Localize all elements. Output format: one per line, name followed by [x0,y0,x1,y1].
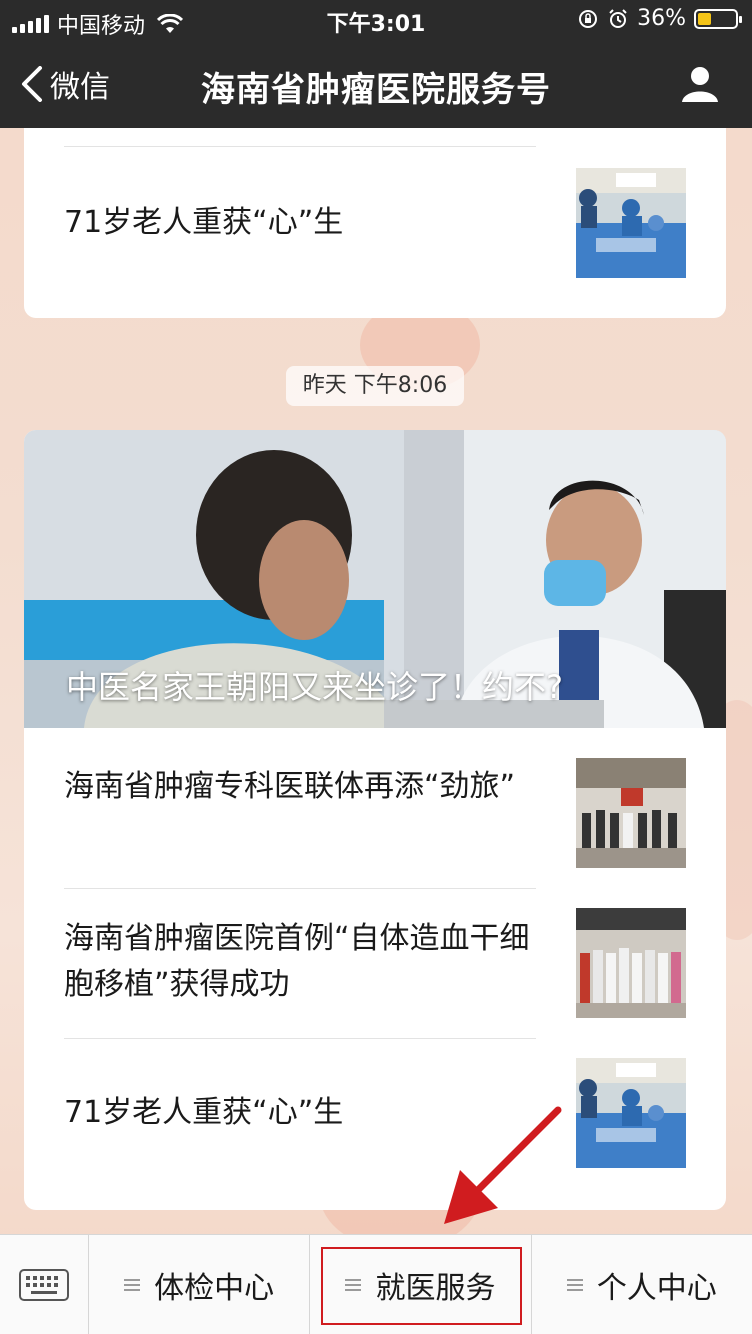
highlight-box [321,1247,522,1325]
hero-title: 中医名家王朝阳又来坐诊了！约不? [66,668,563,706]
page-title: 海南省肿瘤医院服务号 [201,70,551,110]
article-item[interactable]: 海南省肿瘤专科医联体再添“劲旅” [64,758,686,868]
article-title: 71岁老人重获“心”生 [64,205,344,240]
menu-icon [124,1276,141,1294]
divider [64,146,536,147]
menu-item-personal-center[interactable]: 个人中心 [532,1235,752,1334]
article-card-previous: 71岁老人重获“心”生 [24,128,726,318]
battery-icon [694,8,742,29]
article-title: 海南省肿瘤医院首例“自体造血干细胞移植”获得成功 [64,921,530,1002]
article-thumbnail-group-photo [576,758,686,868]
rotation-lock-icon [579,9,598,28]
article-thumbnail-surgery [576,1058,686,1168]
menu-icon [566,1276,583,1294]
keyboard-icon [19,1269,69,1301]
article-title: 海南省肿瘤专科医联体再添“劲旅” [64,769,516,804]
user-profile-icon[interactable] [680,64,720,104]
article-item[interactable]: 71岁老人重获“心”生 [64,1058,686,1168]
article-card: 中医名家王朝阳又来坐诊了！约不? 海南省肿瘤专科医联体再添“劲旅” 海南省肿瘤医… [24,430,726,1210]
status-bar: 中国移动 下午3:01 36% [0,0,752,40]
divider [64,1038,536,1039]
article-item[interactable]: 71岁老人重获“心”生 [64,168,686,278]
menu-item-label: 体检中心 [154,1271,275,1306]
divider [64,888,536,889]
hero-article[interactable]: 中医名家王朝阳又来坐诊了！约不? [24,430,726,728]
keyboard-toggle-button[interactable] [0,1235,89,1334]
article-thumbnail-staff-photo [576,908,686,1018]
battery-percent: 36% [637,6,686,31]
menu-item-label: 个人中心 [596,1271,717,1306]
article-thumbnail-surgery [576,168,686,278]
article-item[interactable]: 海南省肿瘤医院首例“自体造血干细胞移植”获得成功 [64,908,686,1018]
menu-item-checkup-center[interactable]: 体检中心 [89,1235,311,1334]
nav-bar: 微信 海南省肿瘤医院服务号 [0,40,752,128]
message-timestamp: 昨天 下午8:06 [286,366,464,406]
red-arrow-annotation [444,1106,562,1224]
alarm-icon [609,8,627,28]
